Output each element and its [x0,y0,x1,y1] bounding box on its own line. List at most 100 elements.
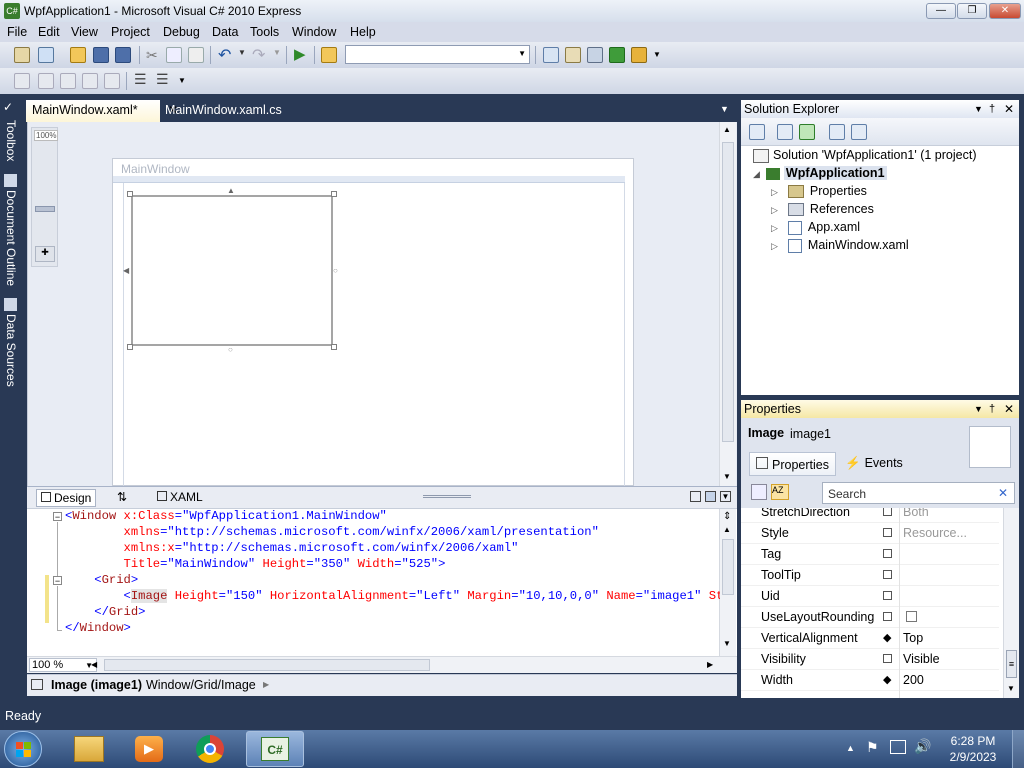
set-property-marker-icon[interactable]: ◆ [883,631,891,644]
scroll-up-icon[interactable]: ▲ [723,525,731,534]
tree-item-properties[interactable]: ▷ Properties [771,182,867,200]
chrome-icon[interactable] [196,735,224,763]
scroll-down-icon[interactable]: ▼ [723,639,731,648]
minimize-button[interactable]: — [926,3,956,19]
find-in-files-icon[interactable] [321,47,337,63]
fit-to-window-icon[interactable]: ✚ [35,246,55,262]
scroll-right-icon[interactable]: ▶ [707,660,713,669]
xaml-tab[interactable]: XAML [153,489,207,507]
vertical-split-icon[interactable] [690,491,701,502]
tab-list-icon[interactable]: ▼ [720,104,729,114]
resize-handle[interactable] [331,344,337,350]
open-folder-icon[interactable] [70,47,86,63]
save-icon[interactable] [93,47,109,63]
sort-alphabetical-icon[interactable]: AZ [771,484,789,500]
menu-file[interactable]: File [3,24,31,40]
scroll-thumb[interactable] [722,539,734,595]
align-left-icon[interactable] [14,73,30,89]
collapsed-arrow-icon[interactable]: ▷ [771,241,778,251]
zoom-select[interactable]: 100 % ▼ [29,658,97,672]
breadcrumb-path[interactable]: Window/Grid/Image [146,678,256,692]
tag-navigator-icon[interactable] [31,679,43,690]
close-button[interactable]: ✕ [989,3,1021,19]
extension-icon[interactable] [631,47,647,63]
breadcrumb-arrow-icon[interactable]: ▶ [263,680,269,689]
scroll-up-icon[interactable]: ▲ [723,125,731,134]
horizontal-split-icon[interactable] [705,491,716,502]
network-icon[interactable] [890,740,906,754]
menu-debug[interactable]: Debug [159,24,204,40]
panel-menu-icon[interactable]: ▼ [974,100,983,118]
view-designer-icon[interactable] [851,124,867,140]
undo-dropdown-icon[interactable]: ▼ [238,48,246,57]
resize-handle[interactable] [331,191,337,197]
collapsed-arrow-icon[interactable]: ▷ [771,223,778,233]
format-icon[interactable] [104,73,120,89]
property-marker-icon[interactable] [883,612,892,621]
collapsed-arrow-icon[interactable]: ▷ [771,187,778,197]
menu-data[interactable]: Data [208,24,242,40]
collapse-icon[interactable]: − [53,576,62,586]
property-row[interactable]: VerticalAlignment ◆ Top [741,628,999,649]
tree-item-app-xaml[interactable]: ▷ App.xaml [771,218,860,236]
show-desktop-button[interactable] [1012,730,1024,768]
tree-project[interactable]: ◢ WpfApplication1 [753,164,887,182]
zoom-slider[interactable]: 100% ✚ [31,127,59,267]
property-marker-icon[interactable] [883,654,892,663]
grid-ruler[interactable] [113,176,625,183]
start-button[interactable] [4,731,42,767]
clock-time[interactable]: 6:28 PM [948,734,998,748]
properties-scrollbar[interactable]: ≡ ▼ [1003,508,1019,698]
properties-icon[interactable] [749,124,765,140]
property-row[interactable]: StretchDirection Both [741,508,999,523]
expanded-arrow-icon[interactable]: ◢ [753,169,760,179]
property-row[interactable]: Tag [741,544,999,565]
toolbar-options-icon[interactable]: ▼ [178,76,186,85]
new-project-icon[interactable] [14,47,30,63]
property-row[interactable]: Style Resource... [741,523,999,544]
pin-icon[interactable]: † [989,100,995,118]
redo-icon[interactable]: ↷ [252,45,265,65]
clear-search-icon[interactable]: ✕ [998,486,1008,500]
split-editor-icon[interactable]: ⇕ [723,511,731,522]
undo-icon[interactable]: ↶ [218,45,231,65]
menu-tools[interactable]: Tools [246,24,283,40]
property-row[interactable]: ToolTip [741,565,999,586]
scroll-left-icon[interactable]: ◀ [91,660,97,669]
splitter-grip[interactable] [423,495,471,498]
categorized-icon[interactable] [751,484,767,500]
file-explorer-icon[interactable] [74,736,104,762]
media-player-icon[interactable]: ▶ [135,736,163,762]
maximize-button[interactable]: ❐ [957,3,987,19]
swap-panes-icon[interactable]: ⇅ [117,490,127,504]
collapse-icon[interactable]: − [53,512,62,522]
property-marker-icon[interactable] [883,549,892,558]
use-layout-rounding-checkbox[interactable] [906,611,917,622]
toolbox-icon[interactable]: ✓ [3,100,19,116]
comment-icon[interactable]: ☰ [134,71,147,88]
property-search-input[interactable]: Search ✕ [822,482,1015,504]
start-page-icon[interactable] [609,47,625,63]
property-row[interactable]: Visibility Visible [741,649,999,670]
selected-name[interactable]: image1 [790,427,831,441]
add-item-icon[interactable] [38,47,54,63]
close-panel-icon[interactable]: ✕ [1004,100,1014,118]
menu-view[interactable]: View [67,24,102,40]
scroll-thumb[interactable] [722,142,734,442]
property-marker-icon[interactable] [883,570,892,579]
events-tab[interactable]: ⚡ Events [845,456,903,471]
set-property-marker-icon[interactable]: ◆ [883,673,891,686]
zoom-thumb[interactable] [35,206,55,212]
clock-date[interactable]: 2/9/2023 [945,750,1001,764]
paste-icon[interactable] [188,47,204,63]
menu-edit[interactable]: Edit [34,24,64,40]
save-all-icon[interactable] [115,47,131,63]
view-code-icon[interactable] [829,124,845,140]
collapsed-arrow-icon[interactable]: ▷ [771,205,778,215]
uncomment-icon[interactable]: ☰ [156,71,169,88]
collapse-pane-icon[interactable]: ▼ [720,491,731,502]
cut-icon[interactable]: ✂ [146,47,158,64]
copy-icon[interactable] [166,47,182,63]
resize-handle[interactable] [127,344,133,350]
close-panel-icon[interactable]: ✕ [1004,400,1014,418]
